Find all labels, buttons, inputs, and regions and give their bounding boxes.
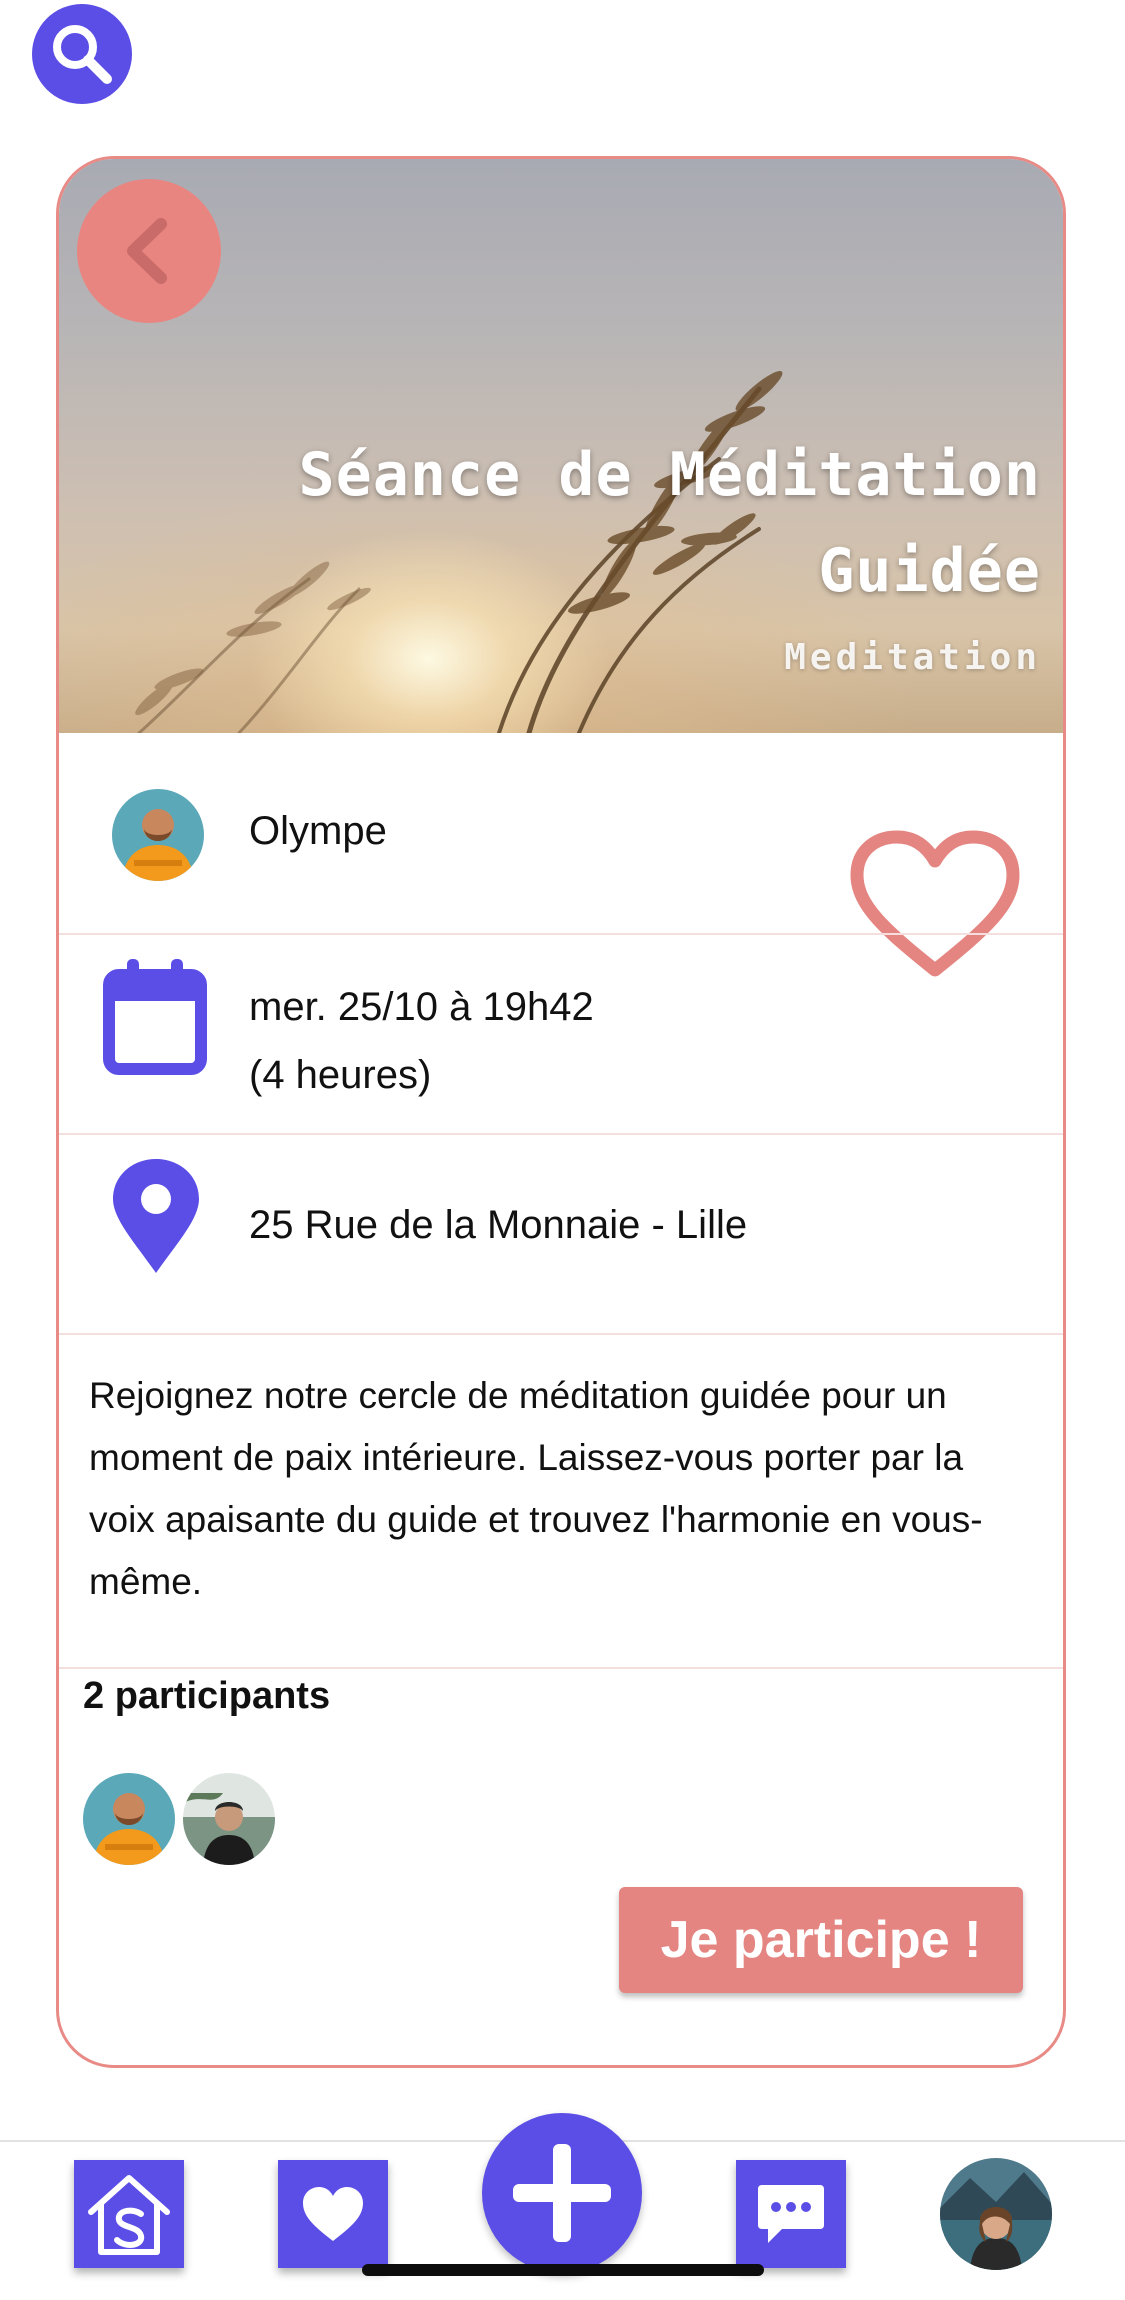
profile-avatar — [940, 2158, 1052, 2270]
organizer-avatar-image — [112, 789, 204, 881]
participant-avatar[interactable] — [83, 1773, 175, 1865]
event-title: Séance de Méditation Guidée — [221, 427, 1041, 619]
event-date: mer. 25/10 à 19h42 (4 heures) — [249, 973, 594, 1109]
search-icon — [53, 25, 112, 84]
back-button[interactable] — [77, 179, 221, 323]
participant-avatar-image — [183, 1773, 275, 1865]
tab-favorites[interactable] — [278, 2160, 388, 2268]
heart-icon — [303, 2187, 363, 2241]
event-duration: (4 heures) — [249, 1053, 432, 1097]
favorite-button[interactable] — [845, 825, 1025, 990]
event-title-line-2: Guidée — [818, 536, 1041, 606]
heart-outline-icon — [850, 830, 1020, 977]
row-divider — [59, 1133, 1063, 1135]
event-category: Meditation — [784, 637, 1041, 678]
plus-icon — [513, 2144, 611, 2242]
organizer-avatar[interactable] — [112, 789, 204, 881]
tab-home[interactable] — [74, 2160, 184, 2268]
event-location[interactable]: 25 Rue de la Monnaie - Lille — [249, 1203, 747, 1248]
tab-messages[interactable] — [736, 2160, 846, 2268]
chevron-left-icon — [127, 218, 167, 284]
tab-profile[interactable] — [940, 2158, 1052, 2270]
row-divider — [59, 1667, 1063, 1669]
row-divider — [59, 1333, 1063, 1335]
row-divider — [59, 933, 1063, 935]
tab-add[interactable] — [482, 2113, 642, 2273]
participants-count: 2 participants — [83, 1675, 331, 1717]
event-datetime: mer. 25/10 à 19h42 — [249, 985, 594, 1029]
chat-bubble-icon — [758, 2185, 824, 2243]
event-title-line-1: Séance de Méditation — [298, 440, 1041, 510]
join-button[interactable]: Je participe ! — [619, 1887, 1023, 1993]
search-button[interactable] — [32, 4, 132, 104]
event-description: Rejoignez notre cercle de méditation gui… — [89, 1375, 983, 1602]
map-pin-icon — [111, 1157, 201, 1280]
participant-avatar-image — [83, 1773, 175, 1865]
home-icon — [88, 2175, 170, 2255]
event-hero-image: Séance de Méditation Guidée Meditation — [59, 159, 1063, 733]
event-card: Séance de Méditation Guidée Meditation O… — [56, 156, 1066, 2068]
organizer-name[interactable]: Olympe — [249, 809, 387, 854]
home-indicator — [362, 2264, 764, 2276]
participant-avatar[interactable] — [183, 1773, 275, 1865]
calendar-icon — [103, 957, 207, 1080]
